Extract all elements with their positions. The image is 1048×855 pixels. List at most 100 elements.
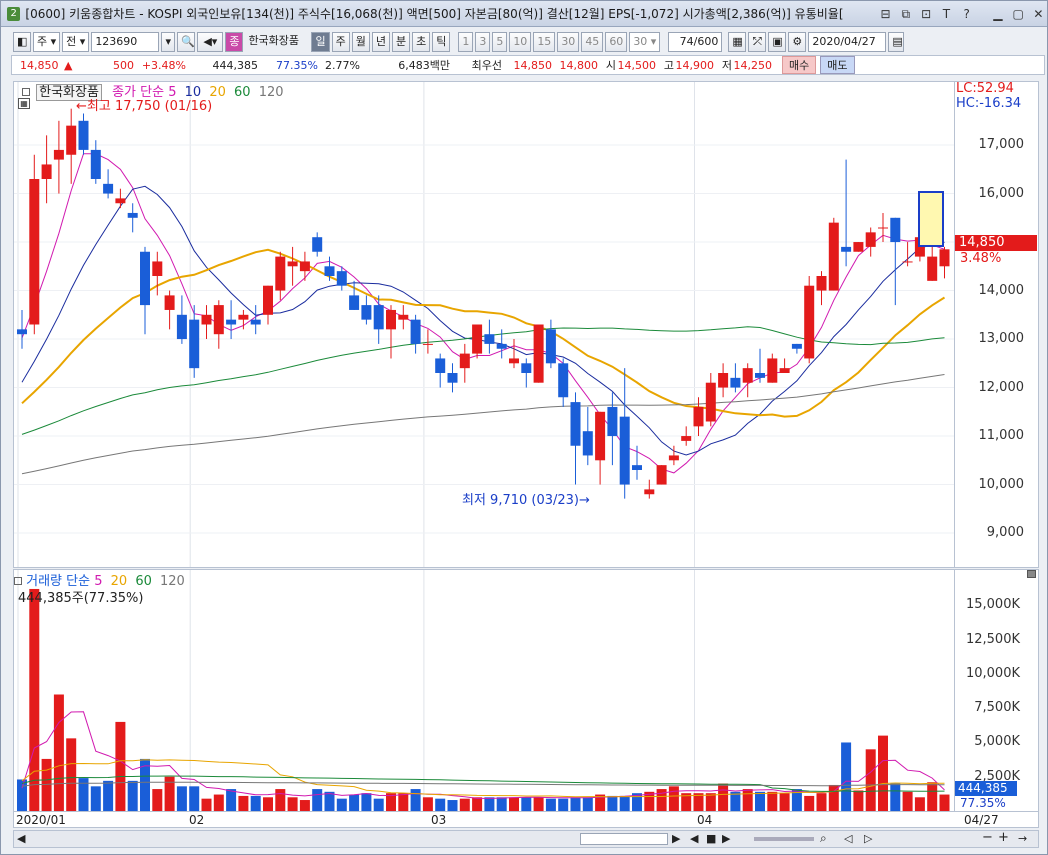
legend-settings-icon[interactable] xyxy=(22,88,30,96)
sell-button[interactable]: 매도 xyxy=(820,56,855,74)
candle-body xyxy=(582,431,593,456)
scroll-thumb[interactable] xyxy=(580,833,668,845)
title-bar: 2 [0600] 키움종합차트 - KOSPI 외국인보유[134(천)] 주식… xyxy=(1,1,1047,27)
stock-code-input[interactable]: 123690 xyxy=(91,32,160,52)
speaker-icon[interactable]: ◀▾ xyxy=(197,32,224,52)
candle-body xyxy=(410,319,421,344)
panel-collapse-icon[interactable] xyxy=(1027,570,1036,578)
volume-bar xyxy=(66,738,77,811)
vol-legend-checkbox-icon[interactable] xyxy=(14,577,22,585)
stop-icon[interactable]: ■ xyxy=(706,832,716,845)
buy-button[interactable]: 매수 xyxy=(782,56,817,74)
candle-body xyxy=(447,373,458,383)
candle-body xyxy=(705,382,716,422)
volume-bar xyxy=(201,798,212,811)
candle-body xyxy=(668,455,679,461)
volume-current: 444,385주(77.35%) xyxy=(18,591,144,606)
tools-icon[interactable]: ⤱ xyxy=(748,32,767,52)
vol-legend-ma120[interactable]: 120 xyxy=(160,574,185,589)
period-year[interactable]: 년 xyxy=(371,32,390,52)
volume-bar xyxy=(705,793,716,811)
chart-scrollbar[interactable]: ◀ ▶ ◀ ■ ▶ ⌕ ◁ ▷ − + → xyxy=(13,830,1039,848)
copy-window-icon[interactable]: ⧉ xyxy=(897,5,914,23)
period-minute[interactable]: 분 xyxy=(391,32,411,52)
interval-15[interactable]: 15 xyxy=(533,32,556,52)
current-price: 14,850 xyxy=(20,58,59,72)
period-week[interactable]: 주 xyxy=(331,32,350,52)
play-icon[interactable]: ◀ xyxy=(690,832,698,845)
candle-body xyxy=(53,149,64,160)
volume-bar xyxy=(607,795,618,811)
candle-body xyxy=(336,271,347,286)
save-screen-icon[interactable]: ⊡ xyxy=(917,5,934,23)
vol-ma120-line xyxy=(21,781,945,787)
period-day[interactable]: 일 xyxy=(311,32,330,52)
next-page-icon[interactable]: ▷ xyxy=(864,832,872,845)
candle-body xyxy=(373,305,384,330)
volume-bar xyxy=(250,795,261,811)
candle-body xyxy=(299,261,310,272)
save-icon[interactable]: ▣ xyxy=(768,32,787,52)
period-tick[interactable]: 틱 xyxy=(432,32,451,52)
panel-toggle-icon[interactable]: ◧ xyxy=(13,32,31,52)
candle-body xyxy=(607,406,618,437)
volume-bar xyxy=(570,797,581,811)
forward-icon[interactable]: ▶ xyxy=(722,832,730,845)
text-icon[interactable]: T xyxy=(938,5,955,23)
calendar-icon[interactable]: ▤ xyxy=(888,32,905,52)
candle-body xyxy=(361,305,372,320)
help-icon[interactable]: ? xyxy=(958,5,975,23)
interval-60[interactable]: 60 xyxy=(605,32,628,52)
fit-icon[interactable]: → xyxy=(1018,832,1027,845)
chart-grid-icon[interactable]: ▦ xyxy=(18,98,30,109)
close-button[interactable]: ✕ xyxy=(1030,5,1047,23)
zoom-in-icon[interactable]: + xyxy=(998,830,1009,845)
legend-ma60[interactable]: 60 xyxy=(234,85,251,100)
scroll-right-icon[interactable]: ▶ xyxy=(672,832,680,845)
zoom-out-icon[interactable]: − xyxy=(982,830,993,845)
candle-body xyxy=(828,222,839,291)
grid-icon[interactable]: ▦ xyxy=(728,32,747,52)
price-axis-label: 11,000 xyxy=(978,428,1025,444)
interval-45[interactable]: 45 xyxy=(581,32,604,52)
interval-30[interactable]: 30 xyxy=(557,32,580,52)
best-quote-label: 최우선 xyxy=(471,59,502,72)
layout-icon[interactable]: ⊟ xyxy=(877,5,894,23)
volume-bar xyxy=(521,797,532,811)
volume-bar xyxy=(349,794,360,811)
interval-3[interactable]: 3 xyxy=(475,32,491,52)
settings-icon[interactable]: ⚙ xyxy=(788,32,807,52)
interval-1[interactable]: 1 xyxy=(458,32,474,52)
volume-bar xyxy=(410,789,421,811)
search-zoom-icon[interactable]: ⌕ xyxy=(820,831,827,846)
period-month[interactable]: 월 xyxy=(351,32,370,52)
market-select[interactable]: 주 ▾ xyxy=(33,32,61,52)
legend-ma120[interactable]: 120 xyxy=(259,85,284,100)
prev-select[interactable]: 전 ▾ xyxy=(62,32,90,52)
minimize-button[interactable]: ▁ xyxy=(989,5,1006,23)
candle-body xyxy=(656,465,667,485)
volume-bar xyxy=(41,758,52,811)
volume-bar xyxy=(324,791,335,811)
candle-body xyxy=(902,261,913,263)
change-amount: 500 xyxy=(113,58,134,72)
interval-select[interactable]: 30 ▾ xyxy=(629,32,661,52)
volume-bar xyxy=(189,786,200,811)
volume-axis: 15,000K 12,500K 10,000K 7,500K 5,000K 2,500K xyxy=(955,569,1039,812)
scroll-left-icon[interactable]: ◀ xyxy=(17,832,25,845)
candle-body xyxy=(250,319,261,325)
zoom-slider[interactable] xyxy=(754,837,814,841)
candle-body xyxy=(459,353,470,369)
search-icon[interactable]: 🔍 xyxy=(177,32,196,52)
code-dropdown-icon[interactable]: ▾ xyxy=(161,32,176,52)
period-second[interactable]: 초 xyxy=(412,32,431,52)
prev-page-icon[interactable]: ◁ xyxy=(844,832,852,845)
interval-5[interactable]: 5 xyxy=(492,32,508,52)
volume-chart-area[interactable] xyxy=(13,569,955,812)
maximize-button[interactable]: ▢ xyxy=(1010,5,1027,23)
interval-10[interactable]: 10 xyxy=(509,32,532,52)
volume-bar xyxy=(472,797,483,811)
date-input[interactable]: 2020/04/27 xyxy=(808,32,887,52)
count-input[interactable]: 74/600 xyxy=(668,32,723,52)
candle-body xyxy=(791,343,802,349)
